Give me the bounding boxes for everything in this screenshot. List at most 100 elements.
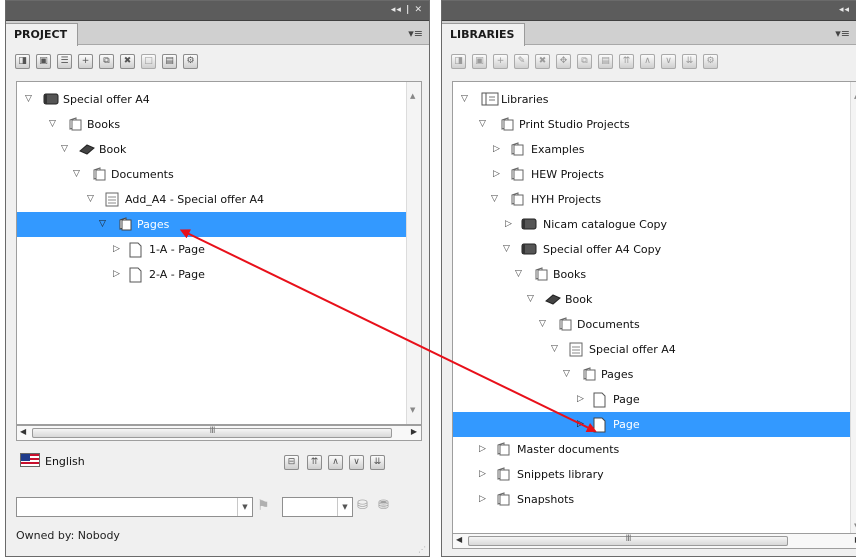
delete-icon[interactable]: ✖ [120,54,135,69]
move-down-icon[interactable]: ∨ [349,455,364,470]
expand-toggle-icon[interactable]: ▽ [539,319,546,329]
properties-icon[interactable]: ☰ [57,54,72,69]
expand-toggle-icon[interactable]: ▽ [25,94,32,104]
expand-toggle-icon[interactable]: ▷ [505,219,512,229]
tree-row[interactable]: ▷ Examples [453,137,850,162]
resize-grip-icon[interactable]: ⋰ [418,545,426,554]
tree-row[interactable]: ▽ Libraries [453,87,850,112]
scroll-down-icon[interactable]: ▼ [410,406,415,414]
new-page-icon[interactable]: □ [141,54,156,69]
tree-row[interactable]: ▽ Special offer A4 [17,87,406,112]
dropdown-arrow-icon[interactable]: ▼ [337,498,352,516]
tab-libraries[interactable]: LIBRARIES [442,23,526,46]
tree-row[interactable]: ▽ Documents [17,162,406,187]
move-up-icon[interactable]: ∧ [640,54,655,69]
expand-toggle-icon[interactable]: ▷ [113,244,120,254]
expand-toggle-icon[interactable]: ▽ [491,194,498,204]
expand-toggle-icon[interactable]: ▷ [577,394,584,404]
add-icon[interactable]: + [78,54,93,69]
delete-icon[interactable]: ✖ [535,54,550,69]
expand-toggle-icon[interactable]: ▷ [479,469,486,479]
copy-icon[interactable]: ⧉ [577,54,592,69]
expand-toggle-icon[interactable]: ▷ [493,144,500,154]
edit-icon[interactable]: ✎ [514,54,529,69]
tree-row[interactable]: ▷ Master documents [453,437,850,462]
move-bottom-icon[interactable]: ⇊ [370,455,385,470]
dropdown-arrow-icon[interactable]: ▼ [237,498,252,516]
collapse-close-controls[interactable]: ◂◂ | ✕ [391,5,423,15]
move-icon[interactable]: ✥ [556,54,571,69]
panel-menu-icon[interactable]: ▾≡ [835,27,850,40]
tree-row[interactable]: ▷ 1-A - Page [17,237,406,262]
expand-toggle-icon[interactable]: ▽ [99,219,106,229]
preview-icon[interactable]: ▤ [162,54,177,69]
expand-toggle-icon[interactable]: ▷ [577,419,584,429]
collapse-controls[interactable]: ◂◂ [839,5,850,15]
status-combobox[interactable]: ▼ [282,497,353,517]
tree-row[interactable]: ▽ Books [453,262,850,287]
database-icon[interactable]: ⛁ [357,498,368,513]
panel-menu-icon[interactable]: ▾≡ [408,27,423,40]
add-icon[interactable]: + [493,54,508,69]
scroll-up-icon[interactable]: ▲ [410,92,415,100]
horizontal-scrollbar[interactable]: ◀ III ▶ [452,533,856,549]
filter-combobox[interactable]: ▼ [16,497,253,517]
tree-row[interactable]: ▽ Books [17,112,406,137]
flag-icon[interactable]: ⚑ [257,498,270,514]
expand-toggle-icon[interactable]: ▽ [503,244,510,254]
paste-icon[interactable]: ▤ [598,54,613,69]
expand-toggle-icon[interactable]: ▷ [479,444,486,454]
tree-row[interactable]: ▽ Book [453,287,850,312]
scrollbar-thumb[interactable]: III [468,534,788,546]
expand-toggle-icon[interactable]: ▽ [563,369,570,379]
tree-row-selected[interactable]: ▽ Pages [17,212,406,237]
project-tree[interactable]: ▽ Special offer A4 ▽ Books ▽ Book ▽ Docu… [16,81,422,425]
copy-icon[interactable]: ⧉ [99,54,114,69]
save-icon[interactable]: ▣ [36,54,51,69]
scroll-left-icon[interactable]: ◀ [456,535,462,544]
expand-toggle-icon[interactable]: ▽ [461,94,468,104]
expand-toggle-icon[interactable]: ▽ [61,144,68,154]
tree-row[interactable]: ▷ Nicam catalogue Copy [453,212,850,237]
save-icon[interactable]: ▣ [472,54,487,69]
expand-toggle-icon[interactable]: ▷ [493,169,500,179]
tree-row[interactable]: ▷ Snippets library [453,462,850,487]
tree-row[interactable]: ▽ Documents [453,312,850,337]
expand-toggle-icon[interactable]: ▽ [87,194,94,204]
expand-toggle-icon[interactable]: ▽ [527,294,534,304]
settings-icon[interactable]: ⚙ [703,54,718,69]
expand-toggle-icon[interactable]: ▽ [49,119,56,129]
expand-toggle-icon[interactable]: ▽ [479,119,486,129]
horizontal-scrollbar[interactable]: ◀ III ▶ [16,425,422,441]
move-bottom-icon[interactable]: ⇊ [682,54,697,69]
move-top-icon[interactable]: ⇈ [619,54,634,69]
tree-row[interactable]: ▽ HYH Projects [453,187,850,212]
tree-row[interactable]: ▽ Add_A4 - Special offer A4 [17,187,406,212]
tab-project[interactable]: PROJECT [6,23,79,46]
tree-row[interactable]: ▷ Page [453,387,850,412]
tree-row[interactable]: ▽ Book [17,137,406,162]
expand-toggle-icon[interactable]: ▽ [515,269,522,279]
scrollbar-thumb[interactable]: III [32,426,392,438]
vertical-scrollbar[interactable]: ▲ ▼ [406,82,421,424]
move-top-icon[interactable]: ⇈ [307,455,322,470]
tree-row-selected[interactable]: ▷ Page [453,412,850,437]
tree-row[interactable]: ▽ Pages [453,362,850,387]
expand-toggle-icon[interactable]: ▽ [551,344,558,354]
open-icon[interactable]: ◨ [451,54,466,69]
move-up-icon[interactable]: ∧ [328,455,343,470]
tree-row[interactable]: ▷ 2-A - Page [17,262,406,287]
expand-toggle-icon[interactable]: ▷ [479,494,486,504]
expand-toggle-icon[interactable]: ▽ [73,169,80,179]
scroll-left-icon[interactable]: ◀ [20,427,26,436]
settings-icon[interactable]: ⚙ [183,54,198,69]
tree-row[interactable]: ▷ HEW Projects [453,162,850,187]
structure-icon[interactable]: ⊟ [284,455,299,470]
open-icon[interactable]: ◨ [15,54,30,69]
tree-row[interactable]: ▽ Special offer A4 Copy [453,237,850,262]
libraries-tree[interactable]: ▽ Libraries ▽ Print Studio Projects ▷ Ex… [452,81,856,541]
scroll-right-icon[interactable]: ▶ [411,427,417,436]
tree-row[interactable]: ▷ Snapshots [453,487,850,512]
move-down-icon[interactable]: ∨ [661,54,676,69]
tree-row[interactable]: ▽ Special offer A4 [453,337,850,362]
